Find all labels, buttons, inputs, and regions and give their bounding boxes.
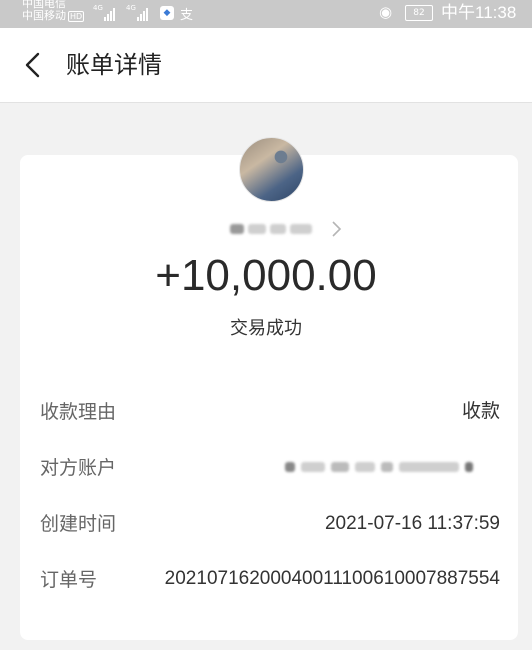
chevron-right-icon[interactable] bbox=[330, 220, 342, 238]
chevron-left-icon bbox=[25, 52, 40, 78]
signal-1-icon bbox=[104, 8, 115, 21]
detail-value-created-time: 2021-07-16 11:37:59 bbox=[324, 513, 500, 534]
detail-label-reason: 收款理由 bbox=[40, 401, 117, 423]
carrier-info: 中国电信 中国移动 HD bbox=[22, 0, 85, 22]
detail-label-created-time: 创建时间 bbox=[40, 513, 117, 535]
clock: 中午11:38 bbox=[441, 3, 517, 22]
hd-badge: HD bbox=[68, 10, 85, 22]
signal-2-label: 4G bbox=[126, 4, 136, 12]
transaction-status: 交易成功 bbox=[230, 318, 302, 339]
eye-icon: ◉ bbox=[379, 3, 393, 21]
transaction-amount: +10,000.00 bbox=[155, 251, 377, 300]
counterparty-account-redacted bbox=[285, 458, 500, 476]
detail-label-counterparty: 对方账户 bbox=[40, 457, 117, 479]
signal-1-label: 4G bbox=[93, 4, 103, 12]
detail-value-reason: 收款 bbox=[461, 401, 500, 422]
app-header: 账单详情 bbox=[0, 28, 532, 103]
page-title: 账单详情 bbox=[66, 51, 162, 79]
carrier-2: 中国移动 bbox=[22, 9, 66, 22]
status-bar: 中国电信 中国移动 HD 4G 4G ◆ 支 ◉ 82 中午11:38 bbox=[0, 0, 532, 28]
battery-icon: 82 bbox=[405, 5, 433, 21]
payee-avatar[interactable] bbox=[239, 137, 304, 202]
signal-2-icon bbox=[137, 8, 148, 21]
shield-app-icon: ◆ bbox=[160, 6, 174, 20]
detail-label-order-number: 订单号 bbox=[40, 569, 98, 591]
alipay-notification-icon: 支 bbox=[180, 8, 194, 23]
payee-name-redacted[interactable] bbox=[230, 218, 320, 240]
back-button[interactable] bbox=[20, 51, 48, 79]
detail-value-order-number[interactable]: 20210716200040011100610007887554 bbox=[140, 564, 500, 594]
